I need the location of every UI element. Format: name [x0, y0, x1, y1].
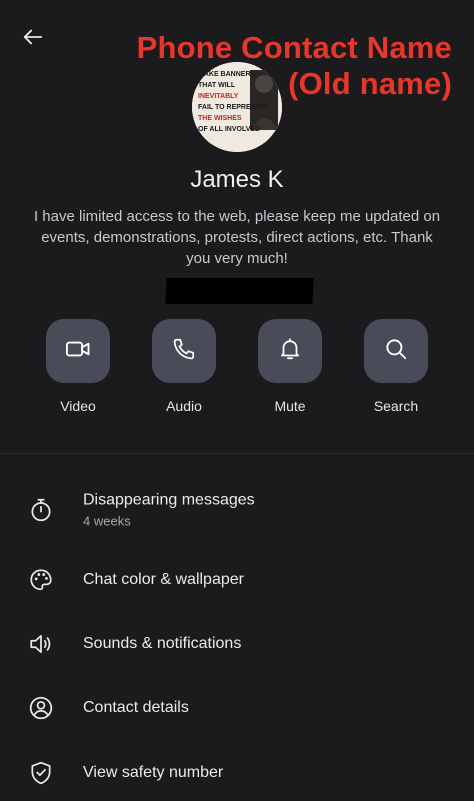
audio-label: Audio — [166, 398, 202, 414]
about-text: I have limited access to the web, please… — [33, 208, 441, 267]
search-button[interactable]: Search — [351, 319, 441, 414]
avatar[interactable]: MAKE BANNERS THAT WILL INEVITABLY FAIL TO R… — [192, 62, 282, 152]
mute-label: Mute — [274, 398, 306, 414]
speaker-icon — [26, 629, 56, 659]
video-call-button[interactable]: Video — [33, 319, 123, 414]
chat-color-label: Chat color & wallpaper — [83, 571, 244, 588]
search-label: Search — [373, 398, 419, 414]
safety-number-label: View safety number — [83, 764, 224, 781]
annotation-line-2: (Old name) — [288, 66, 452, 101]
avatar-poster-line: OF ALL INVOLVED — [198, 126, 260, 133]
bell-icon — [277, 336, 303, 367]
audio-call-button[interactable]: Audio — [139, 319, 229, 414]
avatar-poster-line: THAT WILL — [198, 82, 236, 89]
section-divider — [0, 453, 474, 454]
back-button[interactable] — [18, 24, 48, 54]
timer-icon — [26, 495, 56, 525]
contact-details-label: Contact details — [83, 699, 189, 716]
annotation-line-1: Phone Contact Name — [136, 30, 452, 65]
disappearing-messages-label: Disappearing messages — [83, 491, 255, 509]
arrow-left-icon — [22, 26, 44, 53]
palette-icon — [26, 565, 56, 595]
contact-name: James K — [190, 166, 284, 193]
person-circle-icon — [26, 693, 56, 723]
redacted-phone-number — [165, 278, 314, 304]
avatar-poster-line: INEVITABLY — [198, 93, 239, 100]
sounds-notifications-item[interactable]: Sounds & notifications — [0, 616, 474, 672]
safety-number-item[interactable]: View safety number — [0, 745, 474, 801]
search-icon — [383, 336, 409, 367]
video-camera-icon — [64, 335, 92, 368]
avatar-poster-line: MAKE BANNERS — [198, 71, 256, 78]
disappearing-messages-value: 4 weeks — [83, 513, 131, 529]
contact-details-item[interactable]: Contact details — [0, 680, 474, 736]
phone-icon — [171, 336, 197, 367]
mute-button[interactable]: Mute — [245, 319, 335, 414]
chat-color-item[interactable]: Chat color & wallpaper — [0, 552, 474, 608]
avatar-poster-line: FAIL TO REPRESENT — [198, 104, 270, 111]
shield-check-icon — [26, 758, 56, 788]
annotation-overlay: Phone Contact Name (Old name) — [137, 30, 452, 102]
avatar-poster-line: THE WISHES — [198, 115, 242, 122]
video-label: Video — [60, 398, 96, 414]
disappearing-messages-item[interactable]: Disappearing messages 4 weeks — [0, 482, 474, 538]
sounds-notifications-label: Sounds & notifications — [83, 635, 242, 652]
